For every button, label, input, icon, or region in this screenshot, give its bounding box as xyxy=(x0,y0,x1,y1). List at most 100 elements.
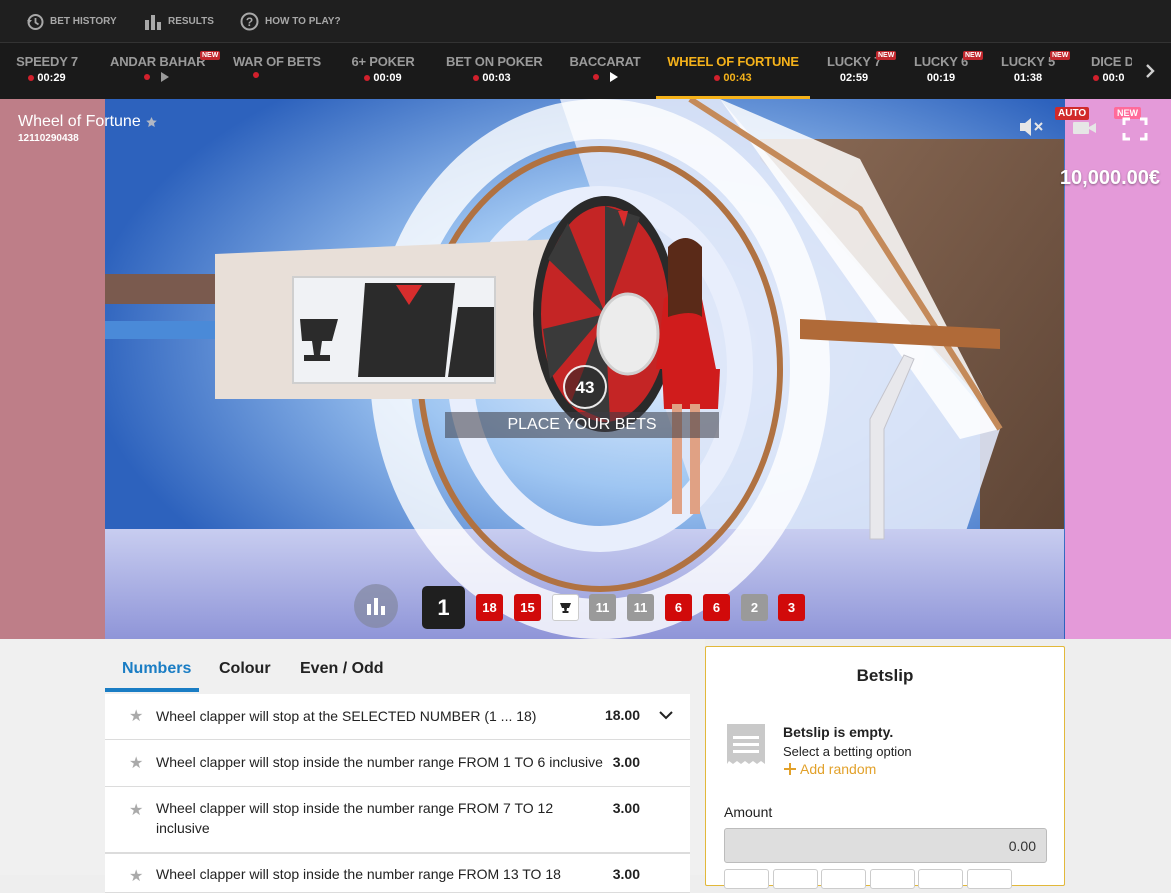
bet-option-row[interactable]: ★ Wheel clapper will stop inside the num… xyxy=(105,787,690,853)
statistics-button[interactable] xyxy=(354,584,398,628)
game-title: Wheel of Fortune xyxy=(18,113,141,130)
star-icon[interactable]: ★ xyxy=(129,866,143,886)
add-random-link[interactable]: Add random xyxy=(783,761,876,777)
bet-history-link[interactable]: BET HISTORY xyxy=(26,0,117,43)
tab-label: BACCARAT xyxy=(569,54,641,69)
tab-label: WHEEL OF FORTUNE xyxy=(667,54,799,69)
tab-timer: 00:43 xyxy=(723,72,752,84)
bet-description: Wheel clapper will stop inside the numbe… xyxy=(156,754,603,770)
bar-chart-icon xyxy=(367,598,385,615)
tab-andar-bahar[interactable]: ANDAR BAHAR NEW xyxy=(110,43,221,99)
history-chip-value: 2 xyxy=(750,600,759,615)
bet-odds: 18.00 xyxy=(604,707,640,723)
history-chip-value: 6 xyxy=(712,600,721,615)
active-tab-indicator xyxy=(105,688,199,692)
quick-amount-button[interactable] xyxy=(821,869,866,889)
bet-option-row[interactable]: ★ Wheel clapper will stop at the SELECTE… xyxy=(105,694,690,740)
results-label: RESULTS xyxy=(168,16,214,27)
quick-amount-button[interactable] xyxy=(870,869,915,889)
how-to-play-link[interactable]: ? HOW TO PLAY? xyxy=(240,0,341,43)
bet-option-row[interactable]: ★ Wheel clapper will stop inside the num… xyxy=(105,740,690,787)
tab-label: SPEEDY 7 xyxy=(16,54,78,69)
results-link[interactable]: RESULTS xyxy=(144,0,214,43)
amount-input[interactable]: 0.00 xyxy=(724,828,1047,863)
quick-amount-button[interactable] xyxy=(773,869,818,889)
how-to-play-label: HOW TO PLAY? xyxy=(265,16,341,27)
trophy-icon xyxy=(560,603,571,613)
star-icon[interactable]: ★ xyxy=(129,706,143,726)
play-icon xyxy=(609,72,618,82)
quick-amount-button[interactable] xyxy=(724,869,769,889)
live-dot-icon xyxy=(143,74,150,80)
tab-label: LUCKY 7 xyxy=(827,54,881,69)
history-chip: 11 xyxy=(589,594,616,621)
countdown-value: 43 xyxy=(575,378,595,397)
history-chip-value: 11 xyxy=(595,600,610,615)
tabs-next-button[interactable] xyxy=(1134,43,1171,99)
fullscreen-button[interactable]: NEW xyxy=(1114,107,1156,143)
countdown-timer: 43 xyxy=(563,365,607,409)
plus-icon xyxy=(784,763,796,775)
round-id: 12110290438 xyxy=(18,133,79,144)
tab-baccarat[interactable]: BACCARAT xyxy=(566,43,644,99)
new-badge: NEW xyxy=(1050,51,1071,60)
tab-6-poker[interactable]: 6+ POKER 00:09 xyxy=(345,43,421,99)
chevron-right-icon xyxy=(1146,64,1155,78)
live-dot-icon xyxy=(364,75,371,81)
tab-colour[interactable]: Colour xyxy=(219,660,271,678)
top-bar: BET HISTORY RESULTS ? HOW TO PLAY? xyxy=(0,0,1171,43)
bet-odds: 3.00 xyxy=(612,866,640,882)
bet-history-label: BET HISTORY xyxy=(50,16,117,27)
history-chip: 3 xyxy=(778,594,805,621)
star-icon[interactable]: ★ xyxy=(129,800,143,820)
tab-label: ANDAR BAHAR xyxy=(110,54,206,69)
history-chip-trophy xyxy=(552,594,579,621)
amount-label: Amount xyxy=(724,804,773,820)
mute-button[interactable] xyxy=(1018,115,1046,139)
tab-bet-on-poker[interactable]: BET ON POKER 00:03 xyxy=(446,43,543,99)
star-icon[interactable]: ★ xyxy=(129,753,143,773)
tab-wheel-of-fortune[interactable]: WHEEL OF FORTUNE 00:43 xyxy=(656,43,810,99)
tab-label: WAR OF BETS xyxy=(232,54,322,69)
history-chip-value: 18 xyxy=(482,600,497,615)
history-chip: 11 xyxy=(627,594,654,621)
quick-amount-button[interactable] xyxy=(967,869,1012,889)
quick-amount-button[interactable] xyxy=(918,869,963,889)
history-chip: 18 xyxy=(476,594,503,621)
tab-lucky-6[interactable]: LUCKY 6 NEW 00:19 xyxy=(913,43,984,99)
bet-option-row[interactable]: ★ Wheel clapper will stop inside the num… xyxy=(105,853,690,893)
amount-value: 0.00 xyxy=(1008,838,1036,854)
betslip-empty-subtitle: Select a betting option xyxy=(783,744,912,759)
history-chip: 6 xyxy=(703,594,730,621)
tab-speedy-7[interactable]: SPEEDY 7 00:29 xyxy=(10,43,84,99)
bet-description: Wheel clapper will stop inside the numbe… xyxy=(156,800,554,836)
favorite-star-icon[interactable] xyxy=(145,116,158,129)
balance-display: 10,000.00€ xyxy=(1059,167,1160,189)
bet-odds: 3.00 xyxy=(612,754,640,770)
bet-odds: 3.00 xyxy=(612,800,640,816)
tab-label: BET ON POKER xyxy=(446,54,543,69)
tab-numbers[interactable]: Numbers xyxy=(122,660,191,678)
tab-dice-duel[interactable]: DICE D 00:0 xyxy=(1086,43,1132,99)
speaker-muted-icon xyxy=(1020,118,1043,136)
receipt-icon xyxy=(727,724,765,764)
new-badge: NEW xyxy=(200,51,221,60)
tab-timer: 00:09 xyxy=(373,72,402,84)
history-chip: 6 xyxy=(665,594,692,621)
svg-text:?: ? xyxy=(246,15,253,29)
live-dot-icon xyxy=(1093,75,1100,81)
betslip-empty-title: Betslip is empty. xyxy=(783,724,894,740)
fullscreen-icon xyxy=(1122,117,1148,141)
betslip-title: Betslip xyxy=(856,666,914,685)
history-current-result: 1 xyxy=(422,586,465,629)
chevron-down-icon[interactable] xyxy=(659,711,673,721)
history-chip-value: 6 xyxy=(674,600,683,615)
tab-timer: 01:38 xyxy=(1013,72,1043,84)
tab-lucky-5[interactable]: LUCKY 5 NEW 01:38 xyxy=(1000,43,1071,99)
auto-camera-button[interactable]: AUTO xyxy=(1055,107,1100,141)
bar-chart-icon xyxy=(145,14,161,30)
tab-lucky-7[interactable]: LUCKY 7 NEW 02:59 xyxy=(826,43,897,99)
tab-war-of-bets[interactable]: WAR OF BETS xyxy=(232,43,322,99)
tab-even-odd[interactable]: Even / Odd xyxy=(300,660,384,678)
live-dot-icon xyxy=(28,75,35,81)
